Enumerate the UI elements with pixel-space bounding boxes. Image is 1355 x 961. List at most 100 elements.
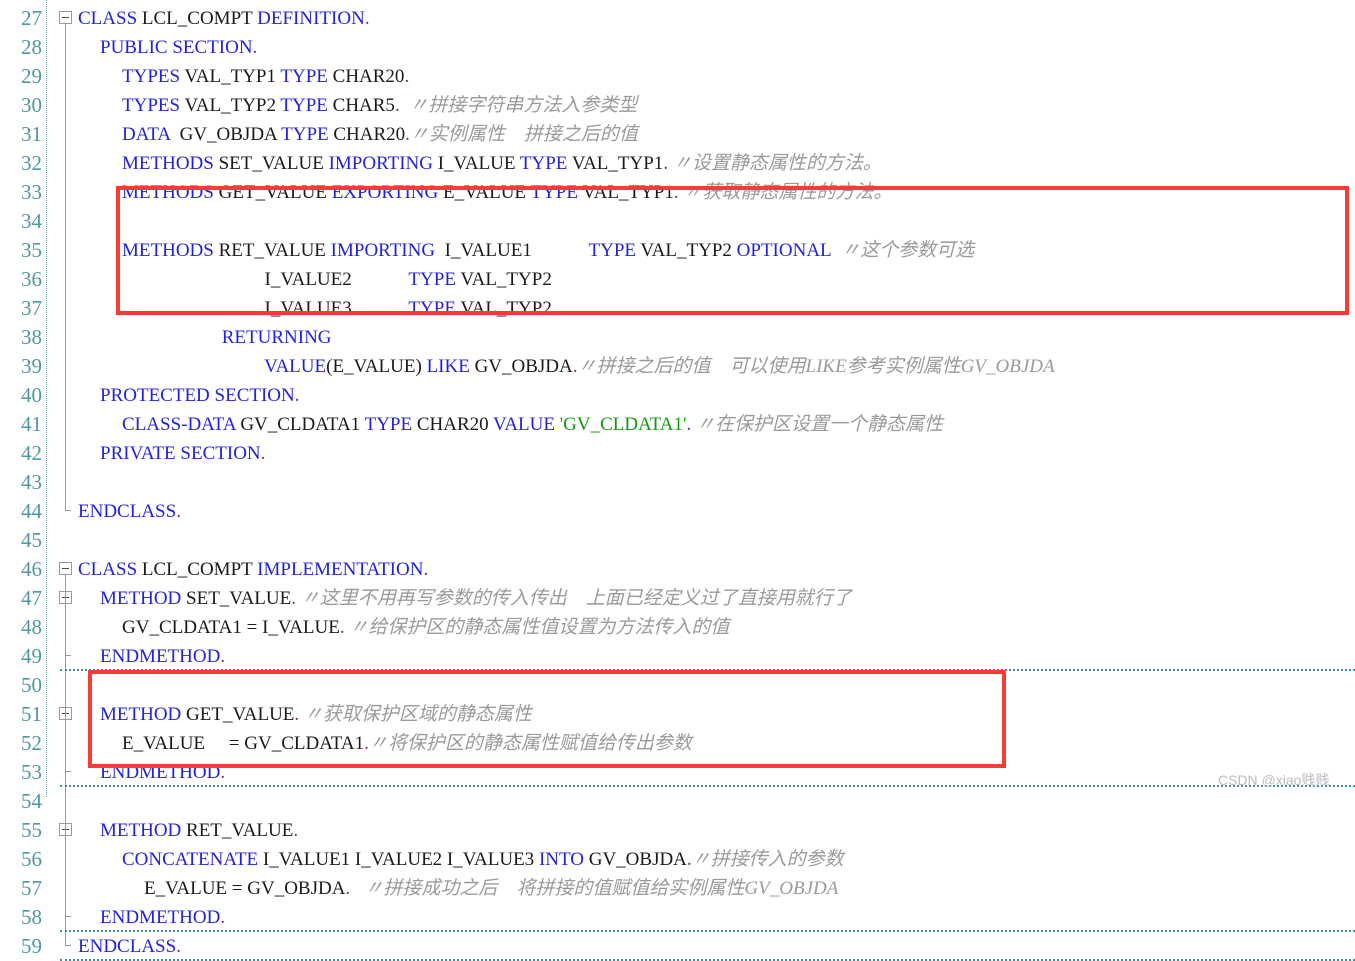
code-line[interactable]: METHOD RET_VALUE.	[100, 816, 298, 845]
code-token-kw: DEFINITION	[257, 8, 365, 29]
code-token-id: LCL_COMPT	[141, 8, 253, 29]
code-token-kw: METHOD	[100, 820, 182, 841]
code-token-cm: 〃拼接传入的参数	[691, 849, 844, 870]
code-line[interactable]: METHODS SET_VALUE IMPORTING I_VALUE TYPE…	[122, 149, 882, 178]
code-token-kw: TYPE	[280, 95, 328, 116]
code-line[interactable]: E_VALUE = GV_OBJDA. 〃拼接成功之后 将拼接的值赋值给实例属性…	[144, 874, 838, 903]
code-token-kw: TYPE	[280, 66, 328, 87]
code-token-id: CHAR20	[327, 66, 405, 87]
code-token-id: E_VALUE = GV_OBJDA	[144, 878, 346, 899]
code-token-kw: CLASS	[78, 8, 138, 29]
code-token-kw: INTO	[538, 849, 584, 870]
code-line[interactable]: PROTECTED SECTION.	[100, 381, 300, 410]
code-token-pun: .	[176, 936, 181, 957]
code-token-id: E_VALUE = GV_CLDATA1	[122, 733, 365, 754]
code-token-kw: RETURNING	[221, 327, 332, 348]
code-line[interactable]: PUBLIC SECTION.	[100, 33, 257, 62]
code-token-id: GV_CLDATA1 = I_VALUE	[122, 617, 340, 638]
code-token-cm: 〃设置静态属性的方法。	[668, 153, 882, 174]
line-number: 47	[21, 586, 42, 610]
code-token-pun: .	[260, 443, 266, 464]
code-token-pun: .	[293, 820, 299, 841]
code-line[interactable]: CLASS-DATA GV_CLDATA1 TYPE CHAR20 VALUE …	[122, 410, 943, 439]
code-token-pun: .	[423, 559, 429, 580]
code-line[interactable]: ENDCLASS.	[78, 497, 181, 526]
code-token-kw: PROTECTED SECTION	[100, 385, 295, 406]
code-token-id: RET_VALUE	[181, 820, 294, 841]
code-line[interactable]: METHOD GET_VALUE. 〃获取保护区域的静态属性	[100, 700, 532, 729]
code-line[interactable]: ENDMETHOD.	[100, 758, 225, 787]
code-line[interactable]: TYPES VAL_TYP1 TYPE CHAR20.	[122, 62, 409, 91]
code-token-kw: TYPE	[281, 124, 329, 145]
code-token-pun: .	[176, 501, 181, 522]
code-token-id: I_VALUE2	[122, 269, 409, 290]
code-token-kw: ENDCLASS	[78, 501, 177, 522]
code-line[interactable]: TYPES VAL_TYP2 TYPE CHAR5. 〃拼接字符串方法入参类型	[122, 91, 637, 120]
code-content[interactable]: CLASS LCL_COMPT DEFINITION. PUBLIC SECTIO…	[78, 0, 1355, 957]
code-line[interactable]: CONCATENATE I_VALUE1 I_VALUE2 I_VALUE3 I…	[122, 845, 844, 874]
code-token-id: CHAR20	[412, 414, 494, 435]
code-line[interactable]: METHOD SET_VALUE. 〃这里不用再写参数的传入传出 上面已经定义过…	[100, 584, 852, 613]
fold-collapse-icon[interactable]	[59, 562, 72, 575]
gutter-divider	[46, 0, 47, 797]
statement-separator	[60, 785, 1355, 787]
code-line[interactable]: DATA GV_OBJDA TYPE CHAR20.〃实例属性 拼接之后的值	[122, 120, 638, 149]
line-number: 57	[21, 876, 42, 900]
line-number: 30	[21, 93, 42, 117]
code-token-id: GET_VALUE	[213, 182, 332, 203]
code-editor[interactable]: 27 28 29 30 31 32 33 34 35 36 37 38 39 40 41 42 43 44 45 46…	[0, 0, 1355, 961]
code-token-id: E_VALUE	[332, 356, 416, 377]
code-token-cm: 〃拼接字符串方法入参类型	[399, 95, 638, 116]
code-token-kw: TYPE	[588, 240, 637, 261]
code-token-kw: IMPORTING	[330, 240, 436, 261]
code-token-cm: 〃实例属性 拼接之后的值	[409, 124, 638, 145]
code-token-kw: PUBLIC SECTION	[100, 37, 253, 58]
code-line[interactable]: CLASS LCL_COMPT IMPLEMENTATION.	[78, 555, 428, 584]
code-line[interactable]: RETURNING	[122, 323, 332, 352]
line-number: 38	[21, 325, 42, 349]
code-token-pun: .	[220, 646, 226, 667]
code-line[interactable]: ENDCLASS.	[78, 932, 181, 961]
code-token-id: )	[415, 356, 427, 377]
code-token-kw: TYPE	[519, 153, 568, 174]
line-number: 58	[21, 905, 42, 929]
code-token-pun: .	[404, 66, 410, 87]
code-token-kw: METHODS	[122, 240, 214, 261]
code-line[interactable]: I_VALUE3 TYPE VAL_TYP2	[122, 294, 552, 323]
code-line[interactable]: PRIVATE SECTION.	[100, 439, 265, 468]
code-token-id: SET_VALUE	[213, 153, 329, 174]
code-line[interactable]: GV_CLDATA1 = I_VALUE. 〃给保护区的静态属性值设置为方法传入…	[122, 613, 729, 642]
code-token-id: VAL_TYP2	[636, 240, 737, 261]
code-token-id: RET_VALUE	[213, 240, 331, 261]
code-token-str: 'GV_CLDATA1'	[554, 414, 687, 435]
code-line[interactable]: METHODS RET_VALUE IMPORTING I_VALUE1 TYP…	[122, 236, 974, 265]
line-number-gutter: 27 28 29 30 31 32 33 34 35 36 37 38 39 40 41 42 43 44 45 46…	[0, 0, 46, 958]
code-token-id: VAL_TYP2	[455, 269, 552, 290]
code-line[interactable]: CLASS LCL_COMPT DEFINITION.	[78, 4, 370, 33]
line-number: 50	[21, 673, 42, 697]
code-token-kw: DATA	[122, 124, 171, 145]
code-token-kw: TYPE	[364, 414, 413, 435]
code-line[interactable]: I_VALUE2 TYPE VAL_TYP2	[122, 265, 552, 294]
code-line[interactable]: VALUE(E_VALUE) LIKE GV_OBJDA.〃拼接之后的值 可以使…	[122, 352, 1054, 381]
code-token-kw: TYPE	[408, 298, 456, 319]
code-line[interactable]: E_VALUE = GV_CLDATA1.〃将保护区的静态属性赋值给传出参数	[122, 729, 692, 758]
code-token-kw: TYPES	[122, 66, 181, 87]
code-token-cm: 〃给保护区的静态属性值设置为方法传入的值	[344, 617, 730, 638]
line-number: 48	[21, 615, 42, 639]
code-token-id: VAL_TYP2	[455, 298, 552, 319]
line-number: 27	[21, 6, 42, 30]
code-token-kw: METHOD	[100, 588, 182, 609]
line-number: 31	[21, 122, 42, 146]
line-number: 43	[21, 470, 42, 494]
line-number: 44	[21, 499, 42, 523]
code-token-id: GV_CLDATA1	[235, 414, 365, 435]
code-line[interactable]: METHODS GET_VALUE EXPORTING E_VALUE TYPE…	[122, 178, 892, 207]
code-line[interactable]: ENDMETHOD.	[100, 903, 225, 932]
code-token-pun: .	[364, 8, 370, 29]
code-line[interactable]: ENDMETHOD.	[100, 642, 225, 671]
fold-collapse-icon[interactable]	[59, 11, 72, 24]
code-token-cm: 〃获取静态属性的方法。	[678, 182, 893, 203]
code-folding-gutter[interactable]	[52, 0, 78, 946]
code-token-kw: ENDMETHOD	[100, 646, 221, 667]
